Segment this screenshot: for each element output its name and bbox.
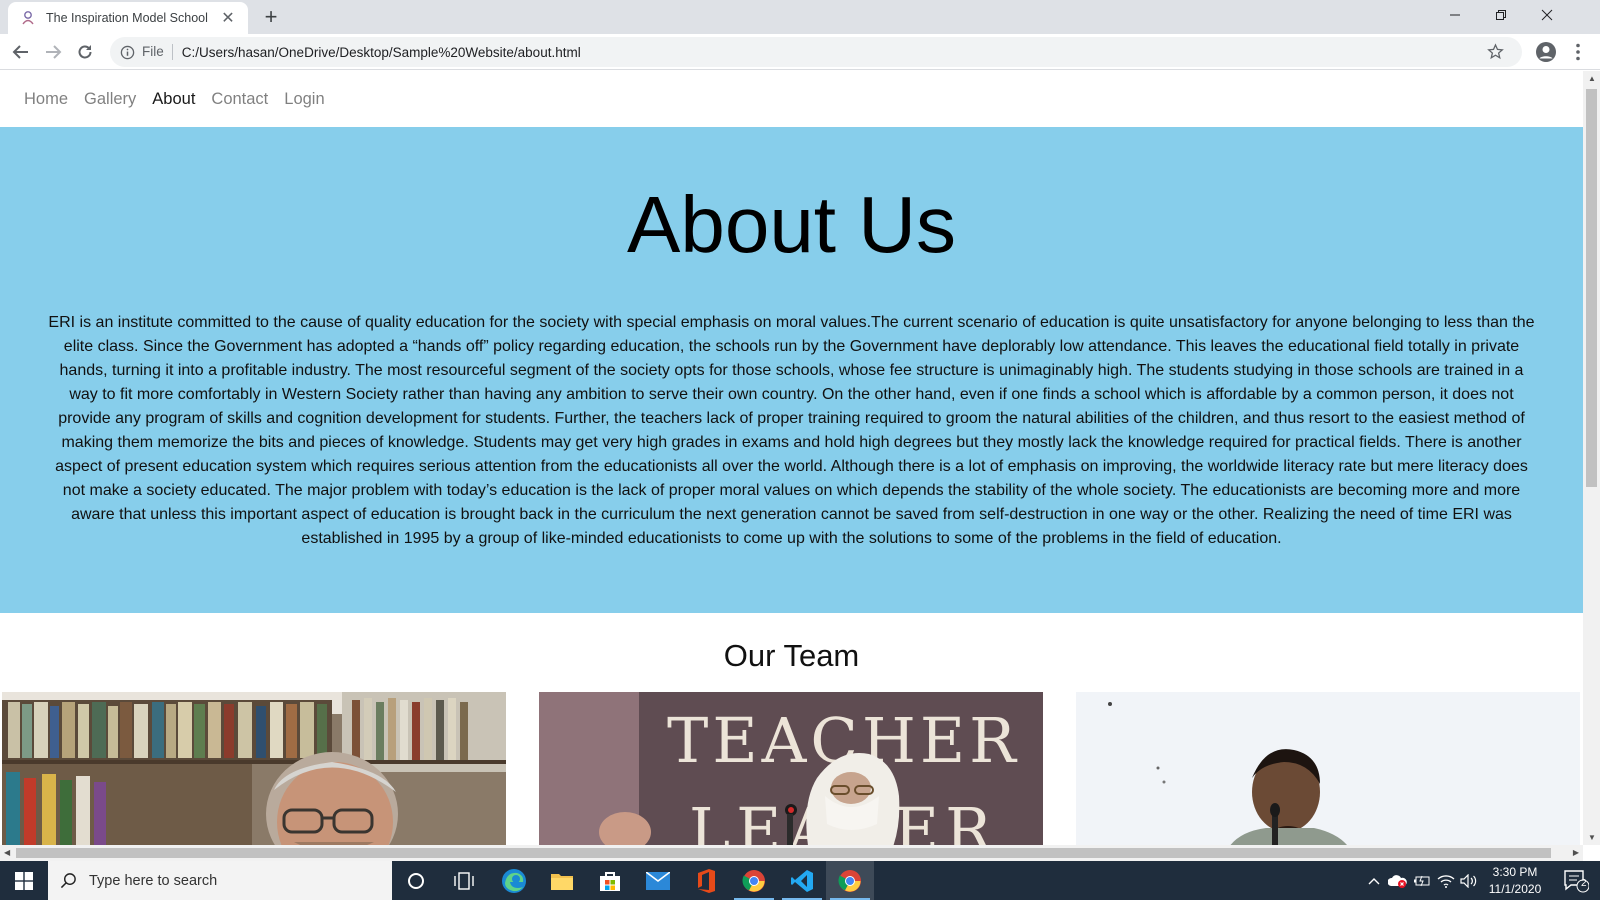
restore-icon[interactable] — [1478, 0, 1524, 30]
clock-time: 3:30 PM — [1492, 865, 1538, 879]
mail-icon[interactable] — [634, 861, 682, 900]
nav-link-about[interactable]: About — [144, 90, 203, 109]
browser-toolbar: File C:/Users/hasan/OneDrive/Desktop/Sam… — [0, 34, 1600, 70]
site-info-icon[interactable] — [118, 43, 136, 61]
windows-taskbar: Type here to search 3:30 PM 11/1/2020 2 — [0, 861, 1600, 900]
edge-icon[interactable] — [490, 861, 538, 900]
file-explorer-icon[interactable] — [538, 861, 586, 900]
chrome-icon[interactable] — [730, 861, 778, 900]
bookmark-star-icon[interactable] — [1487, 43, 1504, 65]
show-hidden-icons-icon[interactable] — [1364, 861, 1384, 900]
vertical-scroll-thumb[interactable] — [1586, 89, 1597, 487]
nav-link-home[interactable]: Home — [16, 90, 76, 109]
forward-arrow-icon[interactable] — [41, 40, 65, 64]
address-bar[interactable]: File C:/Users/hasan/OneDrive/Desktop/Sam… — [110, 37, 1522, 67]
team-photo-2: TEACHER LEADER — [539, 692, 1043, 845]
team-heading: Our Team — [723, 638, 860, 673]
minimize-icon[interactable] — [1432, 0, 1478, 30]
battery-icon[interactable] — [1410, 861, 1434, 900]
notification-count: 2 — [1581, 878, 1587, 889]
horizontal-scrollbar[interactable]: ◀ ▶ — [0, 845, 1583, 861]
cortana-icon[interactable] — [392, 861, 440, 900]
back-arrow-icon[interactable] — [9, 40, 33, 64]
team-photo-1 — [2, 692, 506, 845]
url-text[interactable]: C:/Users/hasan/OneDrive/Desktop/Sample%2… — [182, 45, 581, 60]
search-icon — [60, 873, 76, 889]
wifi-icon[interactable] — [1434, 861, 1458, 900]
about-paragraph: ERI is an institute committed to the cau… — [48, 314, 1535, 547]
page-title: About Us — [626, 180, 957, 269]
account-avatar-icon[interactable] — [1534, 40, 1558, 64]
school-favicon-icon — [20, 10, 36, 26]
vscode-icon[interactable] — [778, 861, 826, 900]
windows-start-icon[interactable] — [0, 861, 48, 900]
page-viewport: Home Gallery About Contact Login About U… — [0, 71, 1583, 845]
scroll-right-icon[interactable]: ▶ — [1573, 848, 1579, 857]
nav-link-login[interactable]: Login — [276, 90, 332, 109]
browser-tabstrip: The Inspiration Model School ✕ + — [0, 0, 1600, 34]
horizontal-scroll-thumb[interactable] — [16, 848, 1551, 858]
scroll-up-icon[interactable]: ▲ — [1588, 74, 1596, 83]
taskbar-search-placeholder: Type here to search — [89, 872, 218, 889]
vertical-scrollbar[interactable]: ▲ ▼ — [1583, 71, 1600, 845]
system-clock[interactable]: 3:30 PM 11/1/2020 — [1478, 864, 1552, 898]
nav-link-gallery[interactable]: Gallery — [76, 90, 144, 109]
tab-title: The Inspiration Model School — [46, 11, 208, 25]
scroll-left-icon[interactable]: ◀ — [4, 848, 10, 857]
task-view-icon[interactable] — [440, 861, 488, 900]
browser-tab[interactable]: The Inspiration Model School ✕ — [8, 2, 248, 34]
taskbar-search[interactable]: Type here to search — [48, 861, 392, 900]
tab-close-icon[interactable]: ✕ — [218, 8, 238, 28]
team-photos: TEACHER LEADER — [0, 692, 1583, 845]
new-tab-icon[interactable]: + — [258, 4, 284, 30]
browser-menu-icon[interactable] — [1566, 40, 1590, 64]
about-hero: About Us ERI is an institute committed t… — [0, 127, 1583, 613]
url-scheme-label: File — [142, 44, 173, 60]
office-icon[interactable] — [682, 861, 730, 900]
nav-link-contact[interactable]: Contact — [203, 90, 276, 109]
onedrive-error-icon[interactable] — [1386, 861, 1410, 900]
site-navbar: Home Gallery About Contact Login — [0, 71, 1583, 127]
close-window-icon[interactable] — [1524, 0, 1570, 30]
team-photo-3 — [1076, 692, 1580, 845]
scroll-down-icon[interactable]: ▼ — [1588, 833, 1596, 842]
volume-icon[interactable] — [1458, 861, 1480, 900]
clock-date: 11/1/2020 — [1488, 882, 1542, 896]
notification-center-icon[interactable]: 2 — [1556, 861, 1596, 900]
chrome-icon[interactable] — [826, 861, 874, 900]
store-icon[interactable] — [586, 861, 634, 900]
reload-icon[interactable] — [73, 40, 97, 64]
